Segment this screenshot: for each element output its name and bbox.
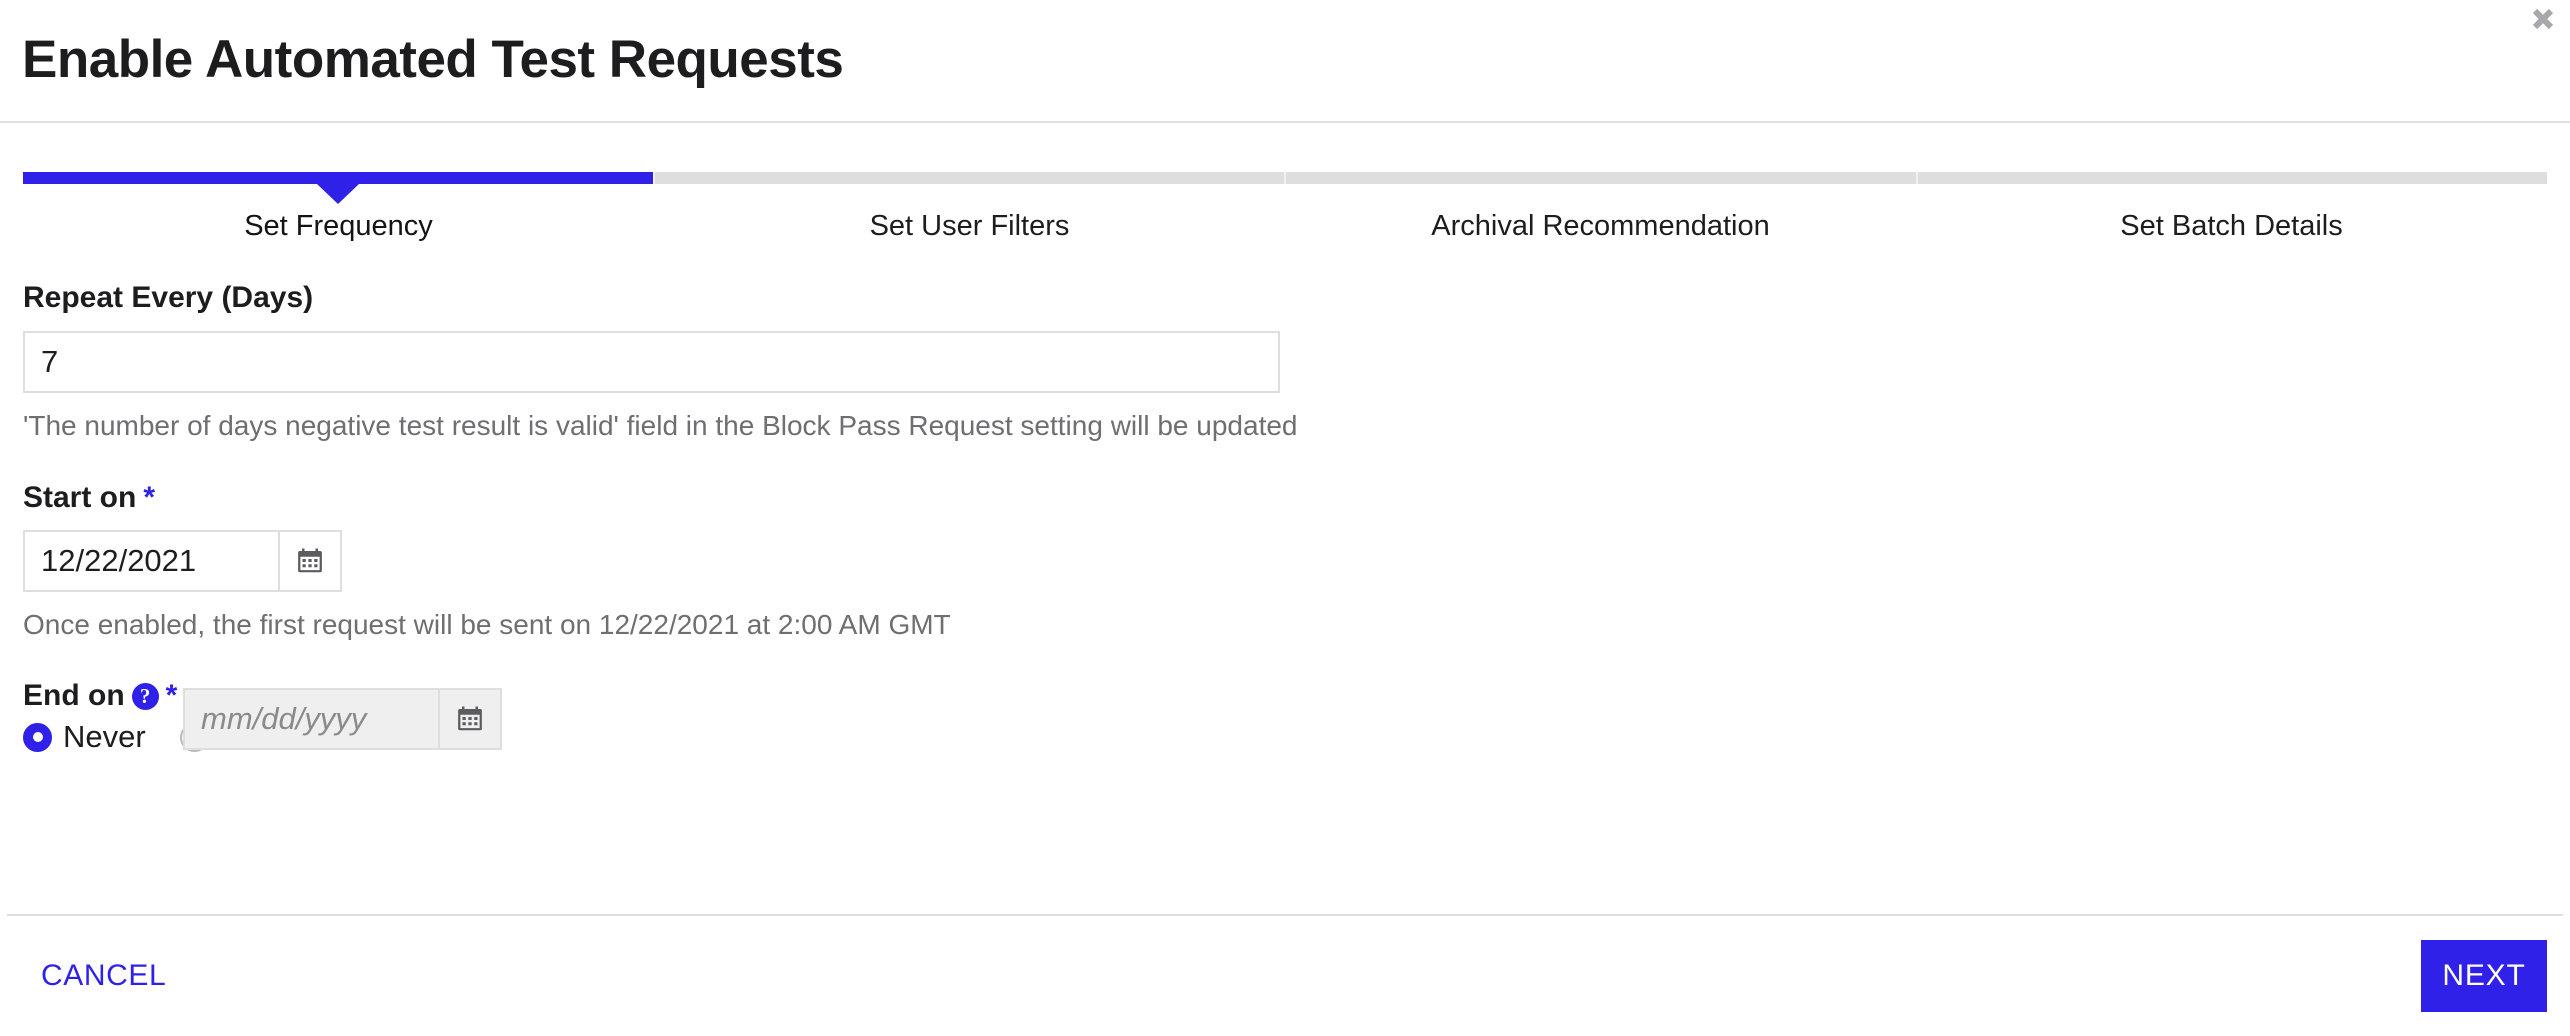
start-on-date-input[interactable] [25,531,278,590]
end-on-date-input[interactable] [185,690,438,749]
tab-set-frequency[interactable]: Set Frequency [23,210,654,243]
radio-never-dot[interactable] [23,722,52,752]
radio-never[interactable]: Never [23,719,146,755]
stepper-segment-set-user-filters[interactable] [652,172,1285,184]
wizard-stepper: Set Frequency Set User Filters Archival … [0,123,2570,243]
modal-header: Enable Automated Test Requests [0,0,2570,123]
cancel-button[interactable]: CANCEL [31,945,176,1007]
end-on-required-marker: * [165,679,178,713]
stepper-segment-set-frequency[interactable] [23,172,653,184]
radio-never-label: Never [63,719,146,755]
end-on-section: End on ? * Never On [23,679,2547,755]
next-button[interactable]: NEXT [2421,940,2547,1012]
start-on-date-group [23,529,342,592]
calendar-icon[interactable] [278,531,340,590]
close-icon[interactable] [2526,2,2560,36]
tab-set-user-filters[interactable]: Set User Filters [654,210,1285,243]
stepper-labels: Set Frequency Set User Filters Archival … [23,184,2547,243]
end-on-date-group [183,688,502,751]
start-on-label: Start on * [23,481,2547,515]
start-on-required-marker: * [143,480,156,514]
enable-automated-test-requests-modal: Enable Automated Test Requests Set Frequ… [0,0,2570,1036]
repeat-every-hint: 'The number of days negative test result… [23,410,1298,441]
help-icon[interactable]: ? [131,682,159,710]
repeat-every-label-text: Repeat Every (Days) [23,281,314,314]
start-on-label-text: Start on [23,480,137,514]
stepper-segment-archival-recommendation[interactable] [1284,172,1916,184]
stepper-track [23,172,2547,184]
modal-footer: CANCEL NEXT [7,914,2563,1036]
repeat-every-label: Repeat Every (Days) [23,281,2547,315]
end-on-label-text: End on [23,679,125,713]
stepper-segment-set-batch-details[interactable] [1915,172,2548,184]
calendar-icon[interactable] [438,690,500,749]
tab-set-batch-details[interactable]: Set Batch Details [1916,210,2547,243]
page-title: Enable Automated Test Requests [22,30,844,90]
tab-archival-recommendation[interactable]: Archival Recommendation [1285,210,1916,243]
modal-body: Repeat Every (Days) 'The number of days … [0,243,2570,914]
repeat-every-input[interactable] [23,331,1280,393]
start-on-hint: Once enabled, the first request will be … [23,608,951,640]
